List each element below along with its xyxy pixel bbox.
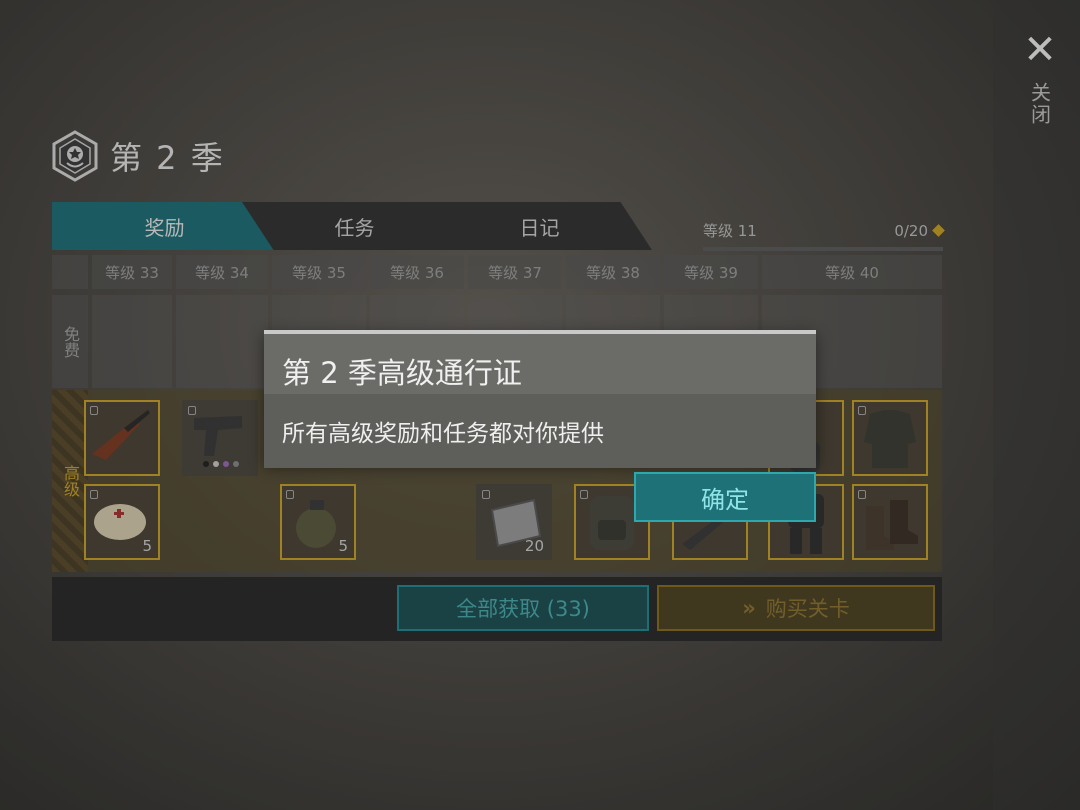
claim-all-button[interactable]: 全部获取 (33): [397, 585, 649, 631]
reward-item[interactable]: l: [852, 484, 928, 560]
free-row-label: 免费: [52, 295, 88, 388]
reward-item[interactable]: l 20: [476, 484, 552, 560]
double-chevron-icon: »: [742, 596, 756, 620]
lock-icon: l: [90, 406, 98, 415]
dialog-body: 所有高级奖励和任务都对你提供: [264, 394, 816, 468]
tab-rewards[interactable]: 奖励: [52, 202, 277, 250]
diamond-icon: [932, 224, 945, 237]
reward-item[interactable]: l: [852, 400, 928, 476]
lock-icon: l: [286, 490, 294, 499]
level-info: 等级 11 0/20: [703, 220, 945, 251]
level-column-header: 等级 37: [468, 255, 562, 289]
free-reward-slot[interactable]: [176, 295, 268, 388]
item-quantity: 5: [338, 537, 348, 555]
dialog-title: 第 2 季高级通行证: [282, 356, 522, 390]
level-column-header: 等级 38: [566, 255, 660, 289]
confirm-button[interactable]: 确定: [634, 472, 816, 522]
reward-item[interactable]: l: [182, 400, 258, 476]
tab-bar: 奖励 任务 日记: [52, 202, 652, 250]
premium-row-label: 高级: [52, 390, 88, 572]
level-column-header: 等级 35: [272, 255, 366, 289]
level-column-header: 等级 34: [176, 255, 268, 289]
level-column-header: 等级 33: [92, 255, 172, 289]
free-reward-slot[interactable]: [92, 295, 172, 388]
lock-icon: l: [580, 490, 588, 499]
level-progress-text: 0/20: [894, 221, 928, 240]
level-progress-bar: [703, 247, 943, 251]
level-column-header: 等级 39: [664, 255, 758, 289]
lock-icon: l: [90, 490, 98, 499]
season-badge-icon: [52, 130, 98, 182]
item-quantity: 5: [142, 537, 152, 555]
season-title: 第 2 季: [110, 139, 225, 177]
grid-corner: [52, 255, 88, 289]
level-column-header: 等级 40: [762, 255, 942, 289]
current-level: 等级 11: [703, 222, 757, 240]
reward-item[interactable]: l 5: [84, 484, 160, 560]
close-button[interactable]: ✕ 关闭: [1018, 30, 1062, 140]
action-bar: 全部获取 (33) » 购买关卡: [52, 577, 942, 641]
season-header: 第 2 季: [52, 130, 225, 182]
tab-diary[interactable]: 日记: [427, 202, 652, 250]
buy-pass-label: 购买关卡: [765, 597, 850, 621]
lock-icon: l: [482, 490, 490, 499]
reward-item[interactable]: l 5: [280, 484, 356, 560]
item-quantity: 20: [524, 537, 544, 555]
lock-icon: l: [858, 490, 866, 499]
premium-pass-dialog: 第 2 季高级通行证 所有高级奖励和任务都对你提供: [264, 330, 816, 468]
buy-pass-button[interactable]: » 购买关卡: [657, 585, 935, 631]
close-label: 关闭: [1027, 82, 1052, 126]
reward-item[interactable]: l: [84, 400, 160, 476]
close-icon[interactable]: ✕: [1023, 30, 1057, 70]
lock-icon: l: [188, 406, 196, 415]
lock-icon: l: [858, 406, 866, 415]
level-column-header: 等级 36: [370, 255, 464, 289]
